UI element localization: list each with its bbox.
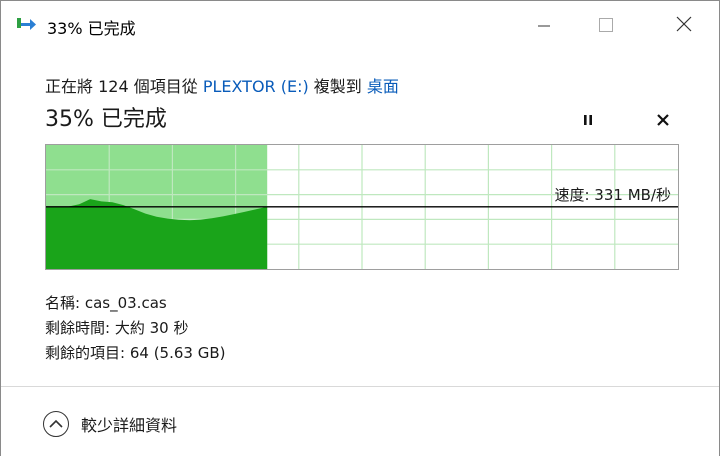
source-link[interactable]: PLEXTOR (E:) [203, 77, 309, 96]
cancel-icon [657, 111, 669, 130]
detail-name-label: 名稱: [45, 294, 81, 312]
close-button[interactable] [661, 1, 707, 51]
detail-time-value: 大約 30 秒 [114, 319, 189, 337]
detail-items-label: 剩餘的項目: [45, 344, 126, 362]
operation-prefix: 正在將 124 個項目從 [45, 77, 203, 96]
maximize-icon [599, 17, 613, 36]
fewer-details-label: 較少詳細資料 [81, 416, 178, 435]
minimize-button[interactable] [521, 1, 567, 51]
chevron-up-circle-icon [43, 411, 69, 437]
close-icon [676, 16, 692, 36]
fewer-details-button[interactable]: 較少詳細資料 [43, 411, 177, 437]
maximize-button[interactable] [583, 1, 629, 51]
progress-percent: 35% 已完成 [45, 107, 167, 132]
operation-middle: 複製到 [308, 77, 367, 96]
copy-arrow-icon [17, 17, 37, 33]
detail-items-value: 64 (5.63 GB) [129, 344, 226, 362]
dialog-content: 正在將 124 個項目從 PLEXTOR (E:) 複製到 桌面 35% 已完成… [1, 51, 719, 386]
pause-icon [582, 111, 594, 130]
window-title: 33% 已完成 [47, 19, 136, 38]
detail-time-label: 剩餘時間: [45, 319, 111, 337]
speed-label: 速度: 331 MB/秒 [554, 186, 671, 204]
title-bar: 33% 已完成 [1, 1, 719, 51]
cancel-button[interactable] [652, 109, 674, 131]
speed-graph: 速度: 331 MB/秒 [45, 144, 679, 274]
detail-items-remaining: 剩餘的項目: 64 (5.63 GB) [45, 341, 225, 366]
minimize-icon [538, 17, 550, 36]
detail-name-value: cas_03.cas [84, 294, 167, 312]
pause-button[interactable] [577, 109, 599, 131]
detail-name: 名稱: cas_03.cas [45, 291, 225, 316]
details-panel: 名稱: cas_03.cas 剩餘時間: 大約 30 秒 剩餘的項目: 64 (… [45, 291, 225, 366]
operation-description: 正在將 124 個項目從 PLEXTOR (E:) 複製到 桌面 [45, 73, 399, 97]
dialog-footer: 較少詳細資料 [1, 386, 719, 456]
destination-link[interactable]: 桌面 [367, 77, 399, 96]
copy-dialog-window: 33% 已完成 正在將 124 個項目從 PLEXTOR (E:) 複製到 桌面… [0, 0, 720, 456]
detail-time-remaining: 剩餘時間: 大約 30 秒 [45, 316, 225, 341]
